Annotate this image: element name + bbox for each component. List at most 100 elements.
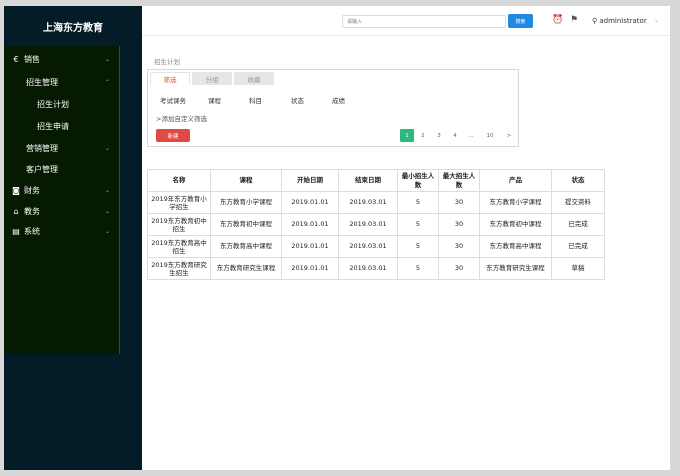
new-button[interactable]: 新建	[156, 129, 190, 142]
page-2-button[interactable]: 2	[416, 129, 430, 142]
page-4-button[interactable]: 4	[448, 129, 462, 142]
add-custom-filter-link[interactable]: >添加自定义筛选	[156, 113, 207, 123]
sidebar-item-label: 销售	[24, 54, 40, 64]
pagination: 1 2 3 4 ... 10 >	[400, 129, 518, 142]
sidebar-item-sales[interactable]: € 销售 ⌄	[4, 49, 120, 69]
cell-end-date: 2019.03.01	[338, 235, 398, 258]
sidebar-item-enrollment-plan[interactable]: 招生计划	[4, 94, 120, 114]
column-header-status[interactable]: 状态	[551, 169, 605, 192]
cell-course: 东方教育高中课程	[210, 235, 282, 258]
sidebar-item-customers[interactable]: 客户管理	[4, 159, 120, 179]
top-bar: 搜索 ⏰ ⚑ ⚲ administrator ⌄	[142, 6, 670, 36]
tab-favorites[interactable]: 收藏	[234, 72, 274, 85]
cell-min-enrollment: 5	[397, 191, 439, 214]
cell-min-enrollment: 5	[397, 235, 439, 258]
table-row[interactable]: 2019年东方教育小学招生 东方教育小学课程 2019.01.01 2019.0…	[147, 191, 605, 214]
column-header-course[interactable]: 课程	[210, 169, 282, 192]
cell-name: 2019东方教育初中招生	[147, 213, 211, 236]
page-10-button[interactable]: 10	[480, 129, 500, 142]
finance-icon: ◙	[12, 185, 20, 195]
column-header-start-date[interactable]: 开始日期	[281, 169, 339, 192]
search-button[interactable]: 搜索	[508, 14, 533, 28]
sidebar-item-label: 营销管理	[26, 143, 58, 153]
cell-product: 东方教育小学课程	[479, 191, 552, 214]
enrollment-plan-table: 名称 课程 开始日期 结束日期 最小招生人数 最大招生人数 产品 状态 2019…	[147, 169, 605, 280]
cell-status: 草稿	[551, 257, 605, 280]
cell-end-date: 2019.03.01	[338, 213, 398, 236]
chevron-down-icon: ⌄	[104, 55, 110, 63]
sidebar-item-academic[interactable]: ⌂ 教务 ⌄	[4, 201, 120, 221]
chevron-down-icon: ⌄	[104, 186, 110, 194]
table-header-row: 名称 课程 开始日期 结束日期 最小招生人数 最大招生人数 产品 状态	[147, 169, 605, 192]
message-icon[interactable]: ⚑	[570, 15, 578, 25]
user-icon: ⚲	[592, 17, 598, 25]
cell-start-date: 2019.01.01	[281, 191, 339, 214]
page-ellipsis: ...	[464, 129, 478, 142]
sidebar-item-label: 系统	[24, 226, 40, 236]
sidebar-item-label: 招生管理	[26, 77, 58, 87]
cell-name: 2019年东方教育小学招生	[147, 191, 211, 214]
cell-status: 提交资料	[551, 191, 605, 214]
page-1-button[interactable]: 1	[400, 129, 414, 142]
breadcrumb: 招生计划	[154, 58, 180, 66]
cell-status: 已完成	[551, 213, 605, 236]
chevron-up-icon: ⌃	[104, 78, 110, 86]
cell-max-enrollment: 30	[438, 213, 480, 236]
euro-icon: €	[13, 54, 19, 64]
cell-min-enrollment: 5	[397, 213, 439, 236]
sidebar-item-marketing[interactable]: 营销管理 ⌄	[4, 138, 120, 158]
table-row[interactable]: 2019东方教育初中招生 东方教育初中课程 2019.01.01 2019.03…	[147, 213, 605, 236]
column-header-name[interactable]: 名称	[147, 169, 211, 192]
column-header-min-enrollment[interactable]: 最小招生人数	[397, 169, 439, 192]
sidebar-item-enrollment-application[interactable]: 招生申请	[4, 116, 120, 136]
column-header-end-date[interactable]: 结束日期	[338, 169, 398, 192]
cell-status: 已完成	[551, 235, 605, 258]
chevron-down-icon[interactable]: ⌄	[654, 17, 659, 24]
filter-subject[interactable]: 科目	[249, 95, 262, 105]
page-3-button[interactable]: 3	[432, 129, 446, 142]
sidebar-item-label: 客户管理	[26, 164, 58, 174]
tab-filter[interactable]: 筛选	[150, 72, 190, 85]
cell-product: 东方教育高中课程	[479, 235, 552, 258]
cell-start-date: 2019.01.01	[281, 213, 339, 236]
cell-max-enrollment: 30	[438, 257, 480, 280]
cell-end-date: 2019.03.01	[338, 257, 398, 280]
column-header-max-enrollment[interactable]: 最大招生人数	[438, 169, 480, 192]
tab-group[interactable]: 分组	[192, 72, 232, 85]
search-input[interactable]	[342, 15, 506, 28]
filter-status[interactable]: 状态	[291, 95, 304, 105]
sidebar-item-label: 招生计划	[37, 99, 69, 109]
sidebar-item-enrollment-management[interactable]: 招生管理 ⌃	[4, 72, 120, 92]
cell-start-date: 2019.01.01	[281, 257, 339, 280]
next-page-button[interactable]: >	[502, 129, 516, 142]
sidebar-menu: € 销售 ⌄ 招生管理 ⌃ 招生计划 招生申请 营销管理 ⌄ 客户管理 ◙ 财务…	[4, 46, 120, 354]
cell-end-date: 2019.03.01	[338, 191, 398, 214]
cell-min-enrollment: 5	[397, 257, 439, 280]
username: administrator	[599, 17, 647, 25]
cell-course: 东方教育初中课程	[210, 213, 282, 236]
cell-course: 东方教育研究生课程	[210, 257, 282, 280]
filter-course[interactable]: 课程	[208, 95, 221, 105]
cell-max-enrollment: 30	[438, 235, 480, 258]
bank-icon: ⌂	[13, 206, 19, 216]
system-icon: ▤	[12, 226, 20, 236]
cell-product: 东方教育初中课程	[479, 213, 552, 236]
cell-max-enrollment: 30	[438, 191, 480, 214]
sidebar-item-finance[interactable]: ◙ 财务 ⌄	[4, 180, 120, 200]
sidebar-item-label: 财务	[24, 185, 40, 195]
filter-panel: 筛选 分组 收藏 考试课务 课程 科目 状态 成绩 >添加自定义筛选 新建 1 …	[147, 69, 519, 147]
filter-score[interactable]: 成绩	[332, 95, 345, 105]
table-row[interactable]: 2019东方教育高中招生 东方教育高中课程 2019.01.01 2019.03…	[147, 235, 605, 258]
cell-course: 东方教育小学课程	[210, 191, 282, 214]
filter-exam-course[interactable]: 考试课务	[160, 95, 186, 105]
cell-start-date: 2019.01.01	[281, 235, 339, 258]
chevron-down-icon: ⌄	[104, 144, 110, 152]
sidebar-item-system[interactable]: ▤ 系统 ⌄	[4, 221, 120, 241]
user-menu[interactable]: ⚲ administrator	[592, 17, 647, 25]
column-header-product[interactable]: 产品	[479, 169, 552, 192]
alarm-icon[interactable]: ⏰	[552, 15, 563, 25]
brand-title: 上海东方教育	[4, 6, 142, 46]
sidebar-item-label: 教务	[24, 206, 40, 216]
table-row[interactable]: 2019东方教育研究生招生 东方教育研究生课程 2019.01.01 2019.…	[147, 257, 605, 280]
chevron-down-icon: ⌄	[104, 227, 110, 235]
